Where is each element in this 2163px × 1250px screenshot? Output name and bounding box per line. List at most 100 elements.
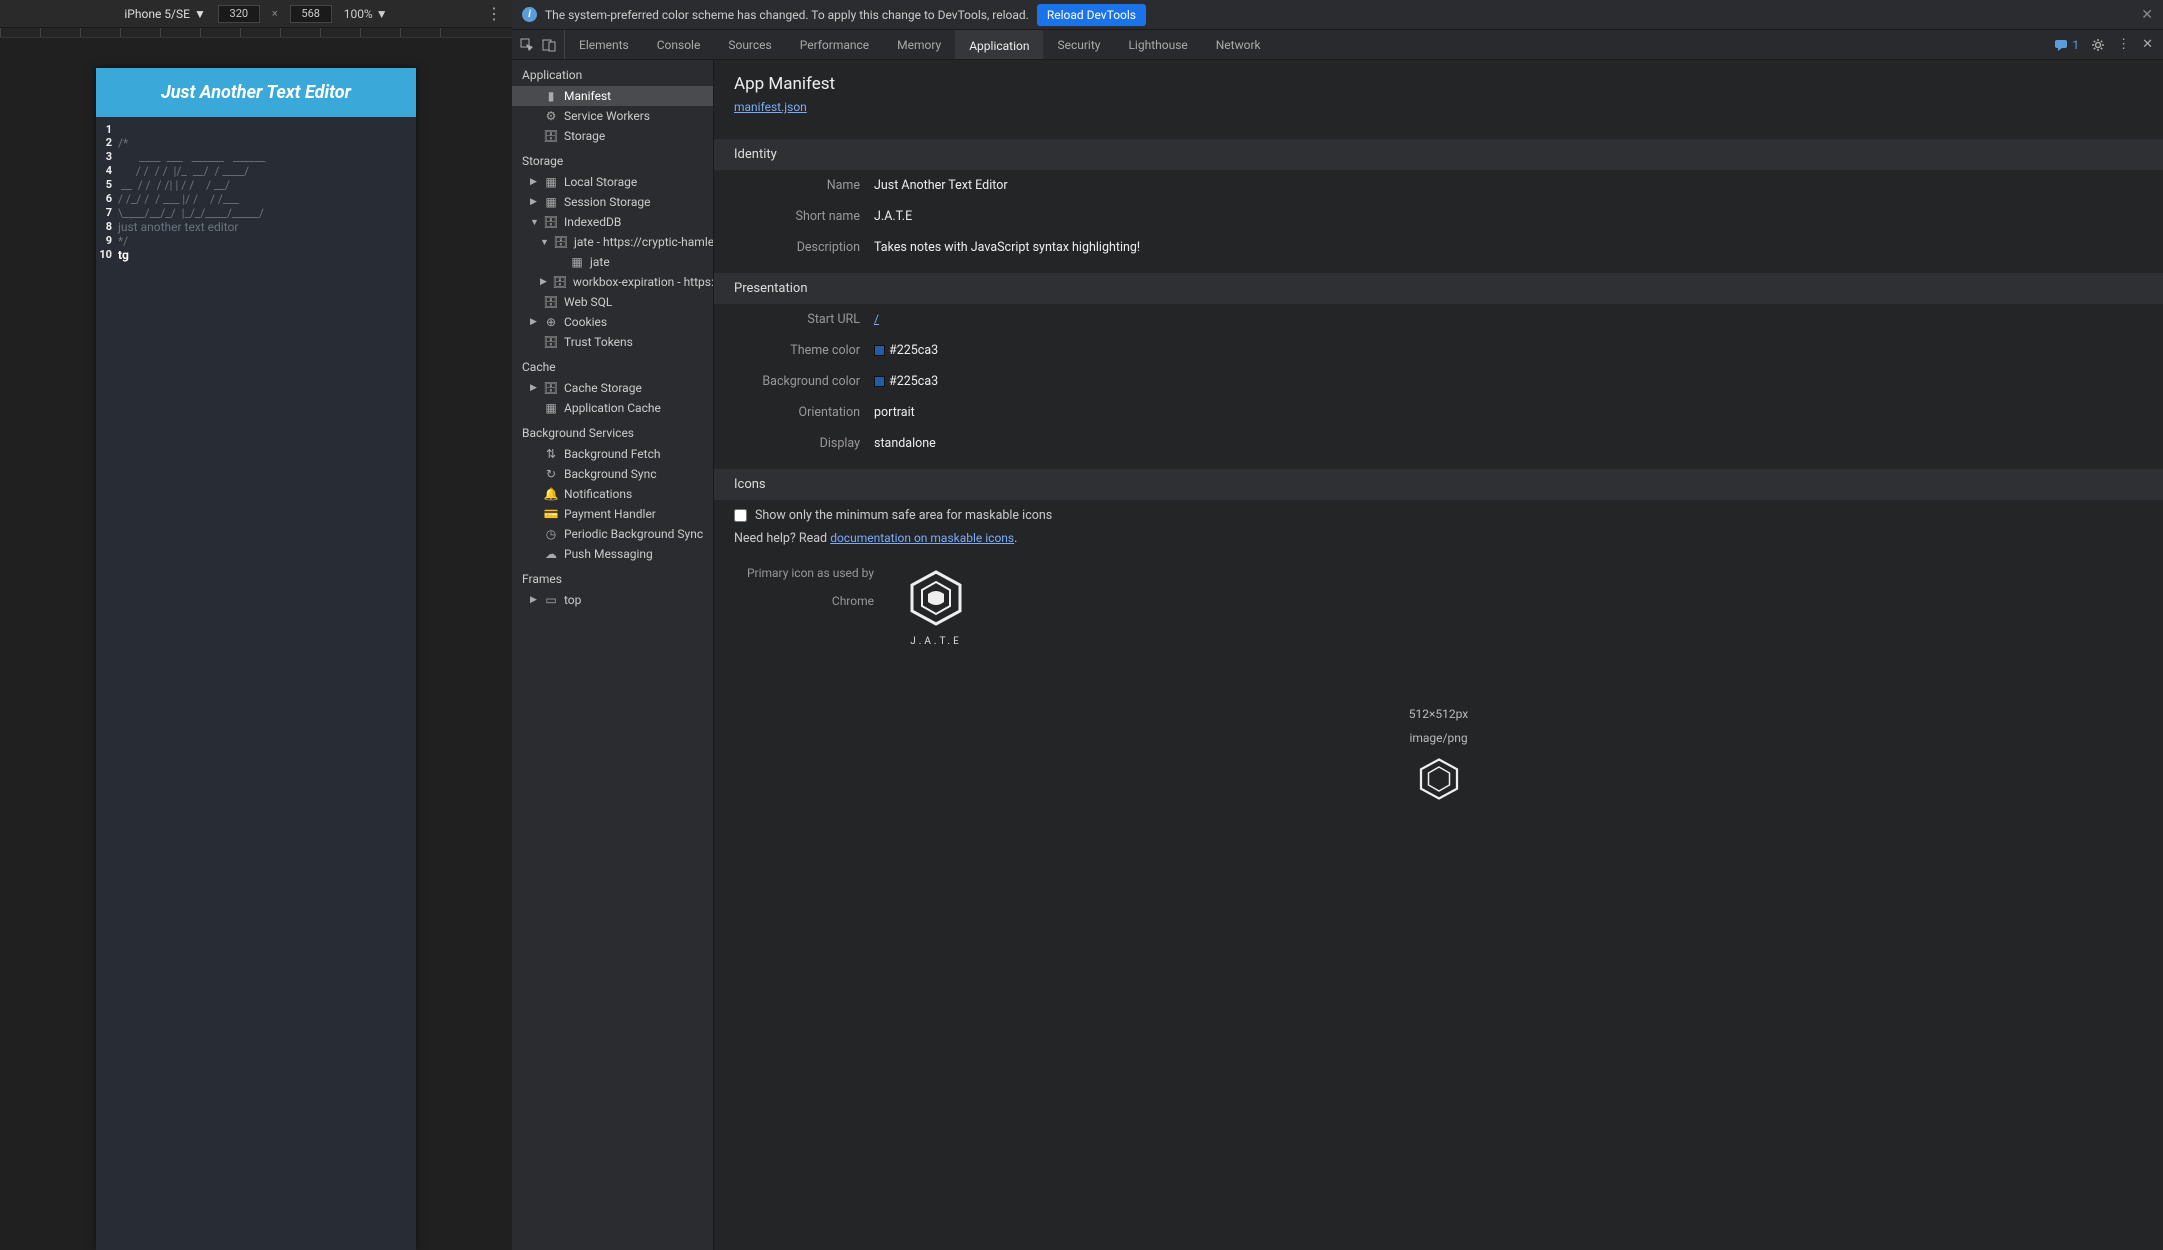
editor-line: 7\____/__/_/ |_/_/____/_____/ — [96, 206, 416, 220]
device-selector[interactable]: iPhone 5/SE▼ — [124, 7, 205, 21]
sidebar-item[interactable]: ▶▦Local Storage — [512, 172, 713, 192]
sidebar-item-label: Web SQL — [564, 295, 612, 309]
sidebar-item[interactable]: ◷Periodic Background Sync — [512, 524, 713, 544]
sidebar-item-label: Local Storage — [564, 175, 637, 189]
tab-lighthouse[interactable]: Lighthouse — [1114, 30, 1201, 59]
sidebar-section-application: Application — [512, 60, 713, 86]
reload-devtools-button[interactable]: Reload DevTools — [1037, 4, 1146, 26]
sidebar-item[interactable]: ▶▭top — [512, 590, 713, 610]
sidebar-item[interactable]: 🔔Notifications — [512, 484, 713, 504]
maskable-docs-link[interactable]: documentation on maskable icons — [830, 531, 1014, 545]
issues-badge[interactable]: 1 — [2054, 38, 2079, 52]
sidebar-item-manifest[interactable]: ▮ Manifest — [512, 86, 713, 106]
icon-preview: J.A.T.E — [904, 566, 968, 647]
sidebar-item[interactable]: 🗄 Web SQL — [512, 292, 713, 312]
db-icon: 🗄 — [544, 215, 558, 229]
sidebar-item[interactable]: 💳Payment Handler — [512, 504, 713, 524]
sidebar-item[interactable]: ▶🗄Cache Storage — [512, 378, 713, 398]
twisty-icon: ▶ — [530, 197, 538, 207]
icons-header: Icons — [714, 469, 2163, 500]
grid-icon: ▦ — [544, 195, 558, 209]
jate-logo-icon-2 — [1415, 755, 1463, 803]
identity-header: Identity — [714, 139, 2163, 170]
editor-line: 8just another text editor — [96, 220, 416, 234]
sidebar-item[interactable]: ▦jate — [512, 252, 713, 272]
starturl-key: Start URL — [734, 312, 874, 327]
inspect-icon[interactable] — [520, 38, 534, 52]
settings-icon[interactable] — [2091, 38, 2105, 52]
cookie-icon: ⊕ — [544, 315, 558, 329]
chrome-label: Chrome — [734, 594, 874, 608]
editor-line: 2/* — [96, 136, 416, 150]
display-key: Display — [734, 436, 874, 451]
sidebar-item-label: Background Fetch — [564, 447, 660, 461]
tab-performance[interactable]: Performance — [786, 30, 883, 59]
sidebar-item[interactable]: ▼🗄jate - https://cryptic-hamlet — [512, 232, 713, 252]
icon-mime: image/png — [714, 731, 2163, 745]
tab-security[interactable]: Security — [1043, 30, 1114, 59]
manifest-link[interactable]: manifest.json — [734, 100, 807, 114]
page-title: App Manifest — [734, 74, 2143, 94]
display-value: standalone — [874, 436, 936, 451]
frame-icon: ▭ — [544, 593, 558, 607]
card-icon: 💳 — [544, 507, 558, 521]
code-editor[interactable]: 12/*3 ____ ___ ______ ______4 / / / / |/… — [96, 117, 416, 268]
dimension-separator: × — [272, 7, 278, 20]
sidebar-item-label: workbox-expiration - https: — [573, 275, 713, 289]
sidebar-section-cache: Cache — [512, 352, 713, 378]
manifest-content: App Manifest manifest.json Identity Name… — [714, 60, 2163, 1250]
sidebar-item[interactable]: ↻Background Sync — [512, 464, 713, 484]
device-width-input[interactable] — [218, 5, 260, 23]
sidebar-item-label: Trust Tokens — [564, 335, 633, 349]
sidebar-item[interactable]: 🗄 Trust Tokens — [512, 332, 713, 352]
twisty-icon: ▶ — [530, 177, 538, 187]
description-value: Takes notes with JavaScript syntax highl… — [874, 240, 1140, 255]
editor-line: 3 ____ ___ ______ ______ — [96, 150, 416, 164]
sidebar-item[interactable]: ▶ ▦ Session Storage — [512, 192, 713, 212]
device-height-input[interactable] — [290, 5, 332, 23]
name-value: Just Another Text Editor — [874, 178, 1008, 193]
zoom-selector[interactable]: 100%▼ — [344, 7, 388, 21]
tab-application[interactable]: Application — [955, 30, 1043, 59]
db-icon: 🗄 — [544, 295, 558, 309]
info-icon: i — [522, 7, 537, 22]
sidebar-item-service-workers[interactable]: ⚙ Service Workers — [512, 106, 713, 126]
sidebar-item[interactable]: ☁Push Messaging — [512, 544, 713, 564]
sidebar-item[interactable]: ▦Application Cache — [512, 398, 713, 418]
sidebar-item-storage[interactable]: 🗄 Storage — [512, 126, 713, 146]
sidebar-item-label: jate - https://cryptic-hamlet — [574, 235, 713, 249]
sidebar-item[interactable]: ▶⊕Cookies — [512, 312, 713, 332]
db-icon: 🗄 — [553, 275, 567, 289]
app-frame[interactable]: Just Another Text Editor 12/*3 ____ ___ … — [96, 68, 416, 1250]
tab-console[interactable]: Console — [643, 30, 715, 59]
database-icon: 🗄 — [544, 129, 558, 143]
description-key: Description — [734, 240, 874, 255]
orientation-key: Orientation — [734, 405, 874, 420]
tab-network[interactable]: Network — [1202, 30, 1275, 59]
editor-line: 4 / / / / |/_ __/ / ____/ — [96, 164, 416, 178]
maskable-label: Show only the minimum safe area for mask… — [755, 508, 1052, 523]
grid-icon: ▦ — [570, 255, 584, 269]
tab-memory[interactable]: Memory — [883, 30, 955, 59]
clock-icon: ◷ — [544, 527, 558, 541]
device-menu-icon[interactable]: ⋮ — [486, 4, 502, 23]
theme-swatch-icon — [874, 345, 885, 356]
device-preview-pane: iPhone 5/SE▼ × 100%▼ ⋮ Just Another Text… — [0, 0, 512, 1250]
sidebar-item-label: IndexedDB — [564, 215, 621, 229]
devtools-close-icon[interactable]: ✕ — [2142, 37, 2153, 52]
twisty-icon: ▶ — [540, 277, 547, 287]
infobar-close-icon[interactable]: ✕ — [2141, 7, 2153, 23]
db-icon: 🗄 — [544, 335, 558, 349]
sidebar-item[interactable]: ▼🗄IndexedDB — [512, 212, 713, 232]
tab-elements[interactable]: Elements — [565, 30, 643, 59]
more-icon[interactable]: ⋮ — [2117, 37, 2130, 52]
device-toggle-icon[interactable] — [542, 38, 556, 52]
sidebar-item[interactable]: ▶ 🗄 workbox-expiration - https: — [512, 272, 713, 292]
sidebar-item-label: Session Storage — [564, 195, 650, 209]
sidebar-section-bgservices: Background Services — [512, 418, 713, 444]
sidebar-item[interactable]: ⇅Background Fetch — [512, 444, 713, 464]
starturl-value[interactable]: / — [874, 312, 879, 326]
tab-sources[interactable]: Sources — [714, 30, 785, 59]
maskable-checkbox[interactable] — [734, 509, 747, 522]
twisty-icon: ▼ — [540, 237, 548, 248]
